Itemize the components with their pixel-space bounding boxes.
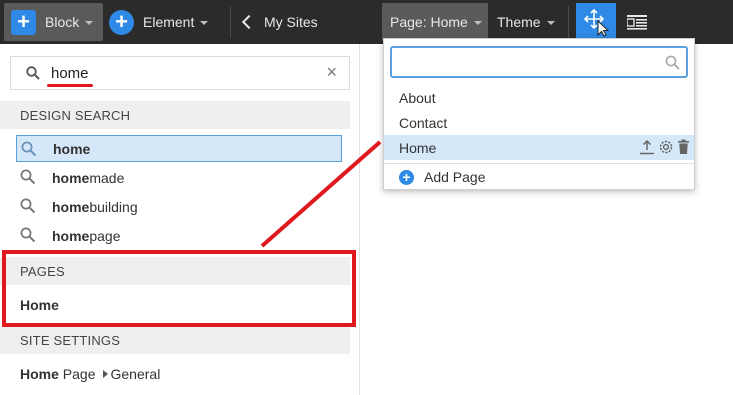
app-window: + Block + Element My Sites Page: Home Th… bbox=[0, 0, 733, 395]
annotation-connector-line bbox=[260, 140, 382, 248]
